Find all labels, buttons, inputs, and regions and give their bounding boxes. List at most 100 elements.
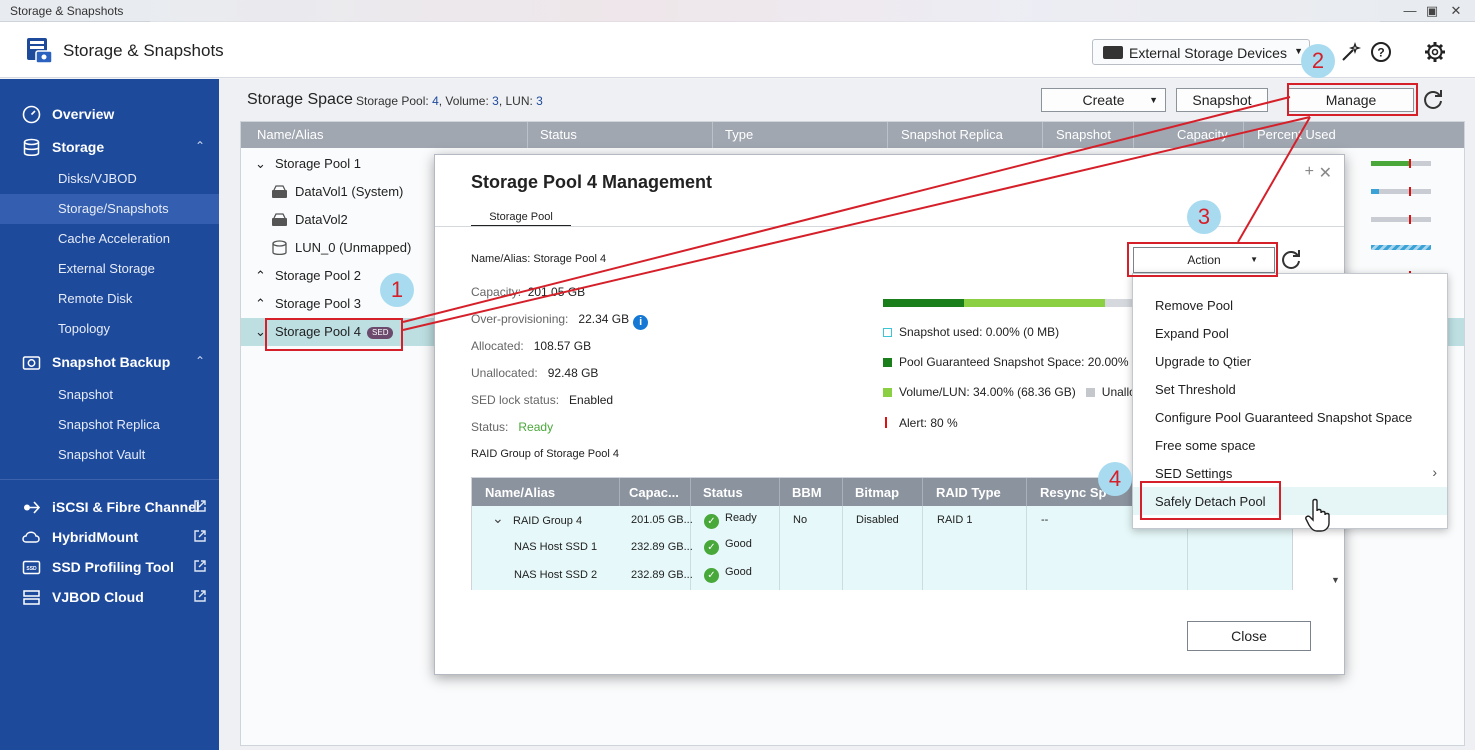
close-icon[interactable]: ✕ xyxy=(1319,163,1332,183)
column-header[interactable]: Snapshot Replica xyxy=(901,127,1003,142)
column-separator xyxy=(779,478,780,506)
sidebar-item-disks-vjbod[interactable]: Disks/VJBOD xyxy=(0,164,219,194)
column-separator xyxy=(712,122,713,148)
menu-item-configure-guaranteed-snapshot[interactable]: Configure Pool Guaranteed Snapshot Space xyxy=(1133,403,1447,431)
capacity-label: Capacity: xyxy=(471,285,522,299)
external-link-icon[interactable] xyxy=(193,499,207,513)
sed-value: Enabled xyxy=(569,393,614,407)
svg-text:SSD: SSD xyxy=(26,566,37,572)
sidebar-item-snapshot[interactable]: Snapshot xyxy=(0,380,219,410)
sidebar-item-label: Snapshot Vault xyxy=(58,447,146,462)
info-icon[interactable]: i xyxy=(633,315,649,330)
sidebar-item-snapshot-replica[interactable]: Snapshot Replica xyxy=(0,410,219,440)
menu-item-expand-pool[interactable]: Expand Pool xyxy=(1133,319,1447,347)
column-header[interactable]: Percent Used xyxy=(1257,127,1336,142)
sidebar-item-snapshot-vault[interactable]: Snapshot Vault xyxy=(0,440,219,470)
raid-row-name[interactable]: RAID Group 4 xyxy=(513,515,582,527)
sidebar-item-remote-disk[interactable]: Remote Disk xyxy=(0,284,219,314)
column-header[interactable]: Name/Alias xyxy=(257,127,323,142)
menu-item-upgrade-qtier[interactable]: Upgrade to Qtier xyxy=(1133,347,1447,375)
minimize-icon[interactable]: — xyxy=(1402,3,1418,19)
column-header[interactable]: Capacity xyxy=(1177,127,1228,142)
menu-item-label: SED Settings xyxy=(1155,466,1233,481)
status-text: Good xyxy=(725,566,752,578)
sidebar-hybridmount-label: HybridMount xyxy=(52,529,139,545)
cloud-link-icon xyxy=(22,531,40,543)
window-title-bar: Storage & Snapshots — ▣ ✕ xyxy=(0,0,1475,22)
status-label: Status: xyxy=(471,420,509,434)
external-link-icon[interactable] xyxy=(193,559,207,573)
refresh-icon[interactable] xyxy=(1279,248,1303,272)
chevron-up-icon[interactable]: ⌃ xyxy=(195,354,205,368)
maximize-icon[interactable]: ▣ xyxy=(1424,3,1440,19)
allocated-value: 108.57 GB xyxy=(533,339,592,353)
column-header[interactable]: Snapshot xyxy=(1056,127,1111,142)
sidebar-item-topology[interactable]: Topology xyxy=(0,314,219,344)
snapshot-button[interactable]: Snapshot xyxy=(1176,88,1268,112)
magic-wand-icon[interactable] xyxy=(1340,41,1362,63)
legend-alert: Alert: 80 % xyxy=(883,416,958,430)
overprov-value: 22.34 GB xyxy=(578,312,630,326)
svg-text:?: ? xyxy=(1377,46,1384,60)
column-header[interactable]: Type xyxy=(725,127,753,142)
sidebar-vjbod-label: VJBOD Cloud xyxy=(52,589,144,605)
column-header[interactable]: Status xyxy=(703,485,743,500)
menu-item-set-threshold[interactable]: Set Threshold xyxy=(1133,375,1447,403)
sidebar-snapshot-backup-label: Snapshot Backup xyxy=(52,354,171,370)
menu-item-label: Expand Pool xyxy=(1155,326,1229,341)
sidebar-item-storage-snapshots[interactable]: Storage/Snapshots xyxy=(0,194,219,224)
close-icon[interactable]: ✕ xyxy=(1448,3,1464,19)
column-header[interactable]: Capac... xyxy=(629,485,679,500)
hand-cursor-icon xyxy=(1305,498,1330,532)
column-header[interactable]: RAID Type xyxy=(936,485,1001,500)
external-link-icon[interactable] xyxy=(193,589,207,603)
sidebar-item-external-storage[interactable]: External Storage xyxy=(0,254,219,284)
column-header[interactable]: BBM xyxy=(792,485,822,500)
close-button[interactable]: Close xyxy=(1187,621,1311,651)
app-header: Storage & Snapshots External Storage Dev… xyxy=(0,22,1475,78)
collapse-chevron-icon[interactable]: ⌃ xyxy=(255,268,266,284)
capacity-value: 201.05 GB xyxy=(527,285,586,299)
pool-name-alias: Name/Alias: Storage Pool 4 xyxy=(471,253,607,265)
column-header[interactable]: Bitmap xyxy=(855,485,899,500)
sidebar-ssd-label: SSD Profiling Tool xyxy=(52,559,174,575)
row-name: Storage Pool 3 xyxy=(275,296,362,311)
menu-item-label: Configure Pool Guaranteed Snapshot Space xyxy=(1155,410,1413,425)
ssd-icon: SSD xyxy=(22,560,41,575)
step-number-badge: 4 xyxy=(1098,462,1132,496)
scroll-down-arrow[interactable]: ▼ xyxy=(1331,575,1340,585)
create-button[interactable]: Create ▼ xyxy=(1041,88,1166,112)
sed-lock-status-info: SED lock status: Enabled xyxy=(471,393,613,407)
raid-row-name[interactable]: NAS Host SSD 1 xyxy=(514,541,597,553)
expand-chevron-icon[interactable]: ⌄ xyxy=(255,156,266,172)
sidebar-item-label: Cache Acceleration xyxy=(58,231,171,246)
raid-row-capacity: 201.05 GB... xyxy=(631,514,693,526)
external-link-icon[interactable] xyxy=(193,529,207,543)
collapse-chevron-icon[interactable]: ⌃ xyxy=(255,296,266,312)
tab-storage-pool[interactable]: Storage Pool xyxy=(471,211,571,227)
iscsi-icon xyxy=(24,501,41,514)
refresh-icon[interactable] xyxy=(1421,88,1445,112)
help-icon[interactable]: ? xyxy=(1370,41,1392,63)
overprovisioning-info: Over-provisioning: 22.34 GB i xyxy=(471,312,649,330)
raid-row-bbm: No xyxy=(793,514,808,526)
column-header[interactable]: Resync Sp xyxy=(1040,485,1106,500)
external-storage-devices-dropdown[interactable]: External Storage Devices ▼ xyxy=(1092,39,1310,65)
snapshot-button-label: Snapshot xyxy=(1192,92,1252,108)
volume-icon xyxy=(272,213,287,226)
column-header[interactable]: Status xyxy=(540,127,577,142)
sidebar-item-cache-acceleration[interactable]: Cache Acceleration xyxy=(0,224,219,254)
raid-row-name[interactable]: NAS Host SSD 2 xyxy=(514,569,597,581)
sidebar-storage-label: Storage xyxy=(52,139,105,155)
legend-swatch xyxy=(1085,388,1095,397)
menu-item-free-space[interactable]: Free some space xyxy=(1133,431,1447,459)
pool-count: 4 xyxy=(432,94,439,108)
menu-item-remove-pool[interactable]: Remove Pool xyxy=(1133,291,1447,319)
maximize-icon[interactable]: + xyxy=(1305,163,1314,181)
camera-icon xyxy=(22,356,41,370)
chevron-up-icon[interactable]: ⌃ xyxy=(195,139,205,153)
settings-gear-icon[interactable] xyxy=(1424,41,1446,63)
expand-chevron-icon[interactable]: ⌄ xyxy=(492,510,504,527)
column-header[interactable]: Name/Alias xyxy=(485,485,555,500)
unallocated-value: 92.48 GB xyxy=(547,366,599,380)
